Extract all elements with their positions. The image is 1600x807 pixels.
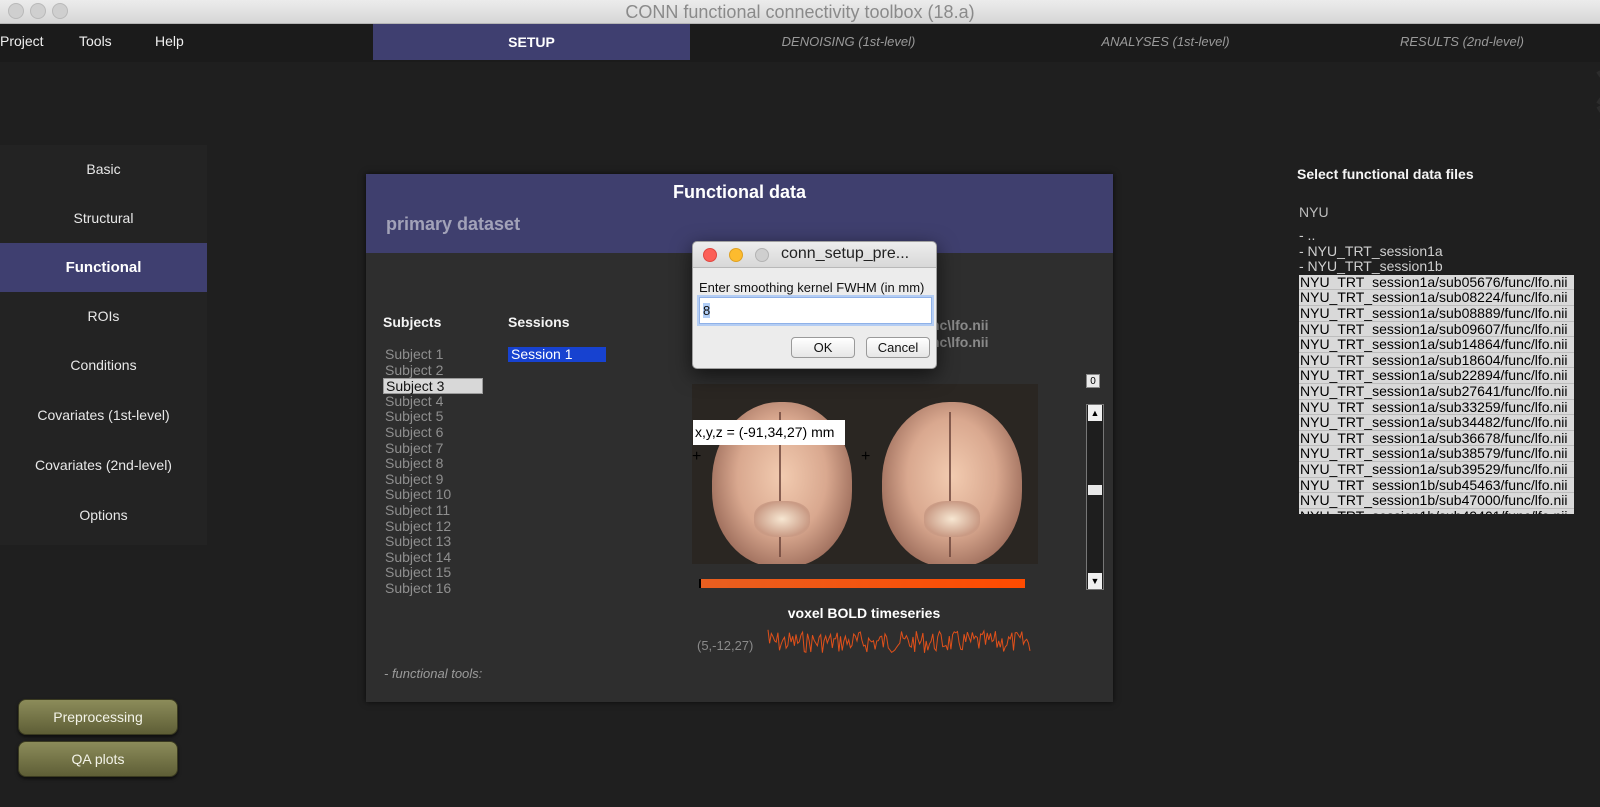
sidebar-item-functional[interactable]: Functional bbox=[0, 243, 207, 292]
dialog-prompt: Enter smoothing kernel FWHM (in mm) bbox=[699, 280, 925, 295]
menu-tools[interactable]: Tools bbox=[79, 33, 112, 49]
dialog-close-button[interactable] bbox=[703, 248, 717, 262]
timeseries-label: voxel BOLD timeseries bbox=[787, 605, 941, 621]
sidebar-item-covariates-1st[interactable]: Covariates (1st-level) bbox=[0, 391, 207, 440]
current-folder: NYU bbox=[1299, 204, 1329, 220]
qa-plots-button[interactable]: QA plots bbox=[18, 741, 178, 777]
tab-denoising[interactable]: DENOISING (1st-level) bbox=[690, 24, 1007, 60]
file-item[interactable]: NYU_TRT_session1a/sub38579/func/lfo.nii bbox=[1299, 446, 1574, 462]
file-item[interactable]: NYU_TRT_session1a/sub08889/func/lfo.nii bbox=[1299, 305, 1574, 322]
file-item[interactable]: NYU_TRT_session1b/sub47000/func/lfo.nii bbox=[1299, 493, 1574, 509]
file-item[interactable]: NYU_TRT_session1a/sub09607/func/lfo.nii bbox=[1299, 321, 1574, 338]
menu-project[interactable]: Project bbox=[0, 33, 44, 49]
list-item[interactable]: Subject 7 bbox=[383, 440, 483, 457]
folder-item[interactable]: - NYU_TRT_session1a bbox=[1299, 243, 1574, 260]
file-path-line: nc\lfo.nii bbox=[931, 317, 989, 333]
brain-slice-image bbox=[882, 402, 1022, 564]
smoothing-dialog: conn_setup_pre... Enter smoothing kernel… bbox=[692, 241, 937, 369]
coordinates-tooltip: x,y,z = (-91,34,27) mm bbox=[693, 420, 845, 445]
list-item[interactable]: Subject 16 bbox=[383, 580, 483, 597]
preprocessing-button[interactable]: Preprocessing bbox=[18, 699, 178, 735]
corner-logo-icon bbox=[1596, 70, 1600, 130]
fwhm-input[interactable]: 8 bbox=[699, 297, 932, 324]
dialog-titlebar: conn_setup_pre... bbox=[693, 242, 936, 268]
tab-results[interactable]: RESULTS (2nd-level) bbox=[1324, 24, 1600, 60]
file-item[interactable]: NYU_TRT_session1a/sub08224/func/lfo.nii bbox=[1299, 290, 1574, 306]
file-item[interactable]: NYU_TRT_session1a/sub14864/func/lfo.nii bbox=[1299, 337, 1574, 353]
file-item[interactable]: NYU_TRT_session1a/sub27641/func/lfo.nii bbox=[1299, 383, 1574, 400]
list-item[interactable]: Subject 6 bbox=[383, 424, 483, 441]
sidebar-item-conditions[interactable]: Conditions bbox=[0, 341, 207, 390]
panel-title: Functional data bbox=[672, 182, 806, 202]
functional-tools-menu[interactable]: - functional tools: bbox=[384, 666, 482, 681]
sidebar-item-options[interactable]: Options bbox=[0, 491, 207, 540]
list-item[interactable]: Subject 13 bbox=[383, 534, 483, 550]
file-path-line: nc\lfo.nii bbox=[931, 334, 989, 350]
list-item[interactable]: Subject 4 bbox=[383, 393, 483, 410]
fwhm-value: 8 bbox=[703, 303, 711, 318]
sidebar-item-rois[interactable]: ROIs bbox=[0, 292, 207, 341]
sidebar-item-structural[interactable]: Structural bbox=[0, 194, 207, 243]
list-item[interactable]: Subject 12 bbox=[383, 518, 483, 535]
file-item[interactable]: NYU_TRT_session1b/sub45463/func/lfo.nii bbox=[1299, 477, 1574, 494]
dataset-selector[interactable]: primary dataset bbox=[386, 214, 520, 235]
menu-help[interactable]: Help bbox=[155, 33, 184, 49]
voxel-coordinate: (5,-12,27) bbox=[697, 638, 754, 653]
list-item[interactable]: Subject 14 bbox=[383, 549, 483, 566]
file-item[interactable]: NYU_TRT_session1a/sub34482/func/lfo.nii bbox=[1299, 415, 1574, 431]
file-browser-title: Select functional data files bbox=[1297, 166, 1474, 182]
list-item[interactable]: Subject 8 bbox=[383, 456, 483, 472]
window-title: CONN functional connectivity toolbox (18… bbox=[625, 2, 975, 22]
session-item-selected[interactable]: Session 1 bbox=[508, 347, 606, 362]
brain-slice-display[interactable]: + + bbox=[692, 384, 1038, 564]
crosshair-icon: + bbox=[861, 448, 871, 465]
sidebar: Basic Structural Functional ROIs Conditi… bbox=[0, 145, 207, 545]
cancel-button[interactable]: Cancel bbox=[866, 337, 930, 358]
slice-scrollbar[interactable]: ▲ ▼ bbox=[1086, 404, 1104, 590]
folder-item[interactable]: - .. bbox=[1299, 228, 1574, 244]
list-item[interactable]: Subject 5 bbox=[383, 409, 483, 425]
list-item[interactable]: Subject 1 bbox=[383, 346, 483, 363]
dialog-minimize-button[interactable] bbox=[729, 248, 743, 262]
intensity-colorbar bbox=[699, 579, 1025, 588]
file-item[interactable]: NYU_TRT_session1a/sub33259/func/lfo.nii bbox=[1299, 399, 1574, 416]
folder-item[interactable]: - NYU_TRT_session1b bbox=[1299, 259, 1574, 275]
bold-timeseries-plot bbox=[767, 629, 1031, 653]
list-item[interactable]: Subject 11 bbox=[383, 502, 483, 519]
window-titlebar: CONN functional connectivity toolbox (18… bbox=[0, 0, 1600, 24]
crosshair-icon: + bbox=[692, 448, 702, 465]
tab-analyses[interactable]: ANALYSES (1st-level) bbox=[1007, 24, 1324, 60]
subjects-list[interactable]: Subject 1 Subject 2 Subject 3 Subject 4 … bbox=[383, 346, 483, 597]
scroll-thumb[interactable] bbox=[1088, 485, 1102, 495]
scroll-down-icon[interactable]: ▼ bbox=[1088, 573, 1102, 589]
list-item-selected[interactable]: Subject 3 bbox=[383, 378, 483, 394]
sessions-heading: Sessions bbox=[508, 314, 570, 330]
file-item[interactable]: NYU_TRT_session1a/sub22894/func/lfo.nii bbox=[1299, 368, 1574, 384]
list-item[interactable]: Subject 2 bbox=[383, 362, 483, 379]
scroll-up-icon[interactable]: ▲ bbox=[1088, 405, 1102, 421]
file-item[interactable]: NYU_TRT_session1a/sub18604/func/lfo.nii bbox=[1299, 352, 1574, 369]
sidebar-item-covariates-2nd[interactable]: Covariates (2nd-level) bbox=[0, 441, 207, 490]
timeseries-line bbox=[767, 629, 1031, 653]
file-item[interactable]: NYU_TRT_session1b/sub49401/func/lfo.nii bbox=[1299, 508, 1574, 514]
ok-button[interactable]: OK bbox=[791, 337, 855, 358]
file-item[interactable]: NYU_TRT_session1a/sub36678/func/lfo.nii bbox=[1299, 430, 1574, 447]
dialog-title: conn_setup_pre... bbox=[781, 245, 910, 262]
file-browser-list[interactable]: - .. - NYU_TRT_session1a - NYU_TRT_session… bbox=[1299, 228, 1574, 514]
list-item[interactable]: Subject 10 bbox=[383, 487, 483, 503]
sidebar-item-basic[interactable]: Basic bbox=[0, 145, 207, 194]
list-item[interactable]: Subject 15 bbox=[383, 565, 483, 581]
file-item[interactable]: NYU_TRT_session1a/sub05676/func/lfo.nii bbox=[1299, 274, 1574, 291]
dialog-zoom-button[interactable] bbox=[755, 248, 769, 262]
list-item[interactable]: Subject 9 bbox=[383, 471, 483, 488]
subjects-heading: Subjects bbox=[383, 314, 442, 330]
file-item[interactable]: NYU_TRT_session1a/sub39529/func/lfo.nii bbox=[1299, 461, 1574, 478]
zero-button[interactable]: 0 bbox=[1086, 374, 1100, 388]
tab-setup[interactable]: SETUP bbox=[373, 24, 690, 60]
